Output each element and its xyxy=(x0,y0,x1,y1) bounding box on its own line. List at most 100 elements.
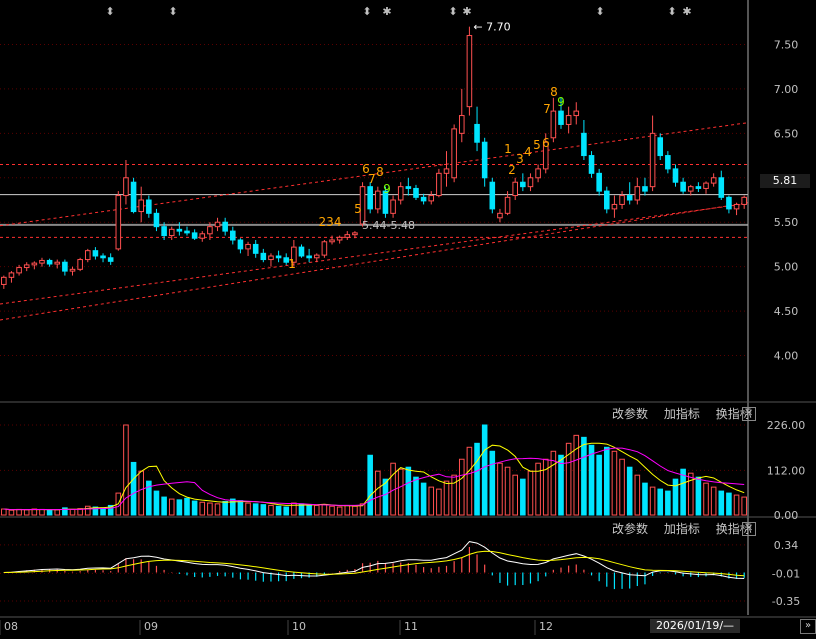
volume-bar xyxy=(16,508,22,516)
edit-params-button[interactable]: 改参数 xyxy=(612,407,648,421)
candle-body xyxy=(558,110,564,125)
volume-bar xyxy=(245,502,251,516)
candle-body xyxy=(550,110,557,139)
candle-body xyxy=(695,186,702,189)
volume-bar xyxy=(397,468,404,516)
sequence-count-marker: 234 xyxy=(319,215,342,229)
x-axis-tick: 11 xyxy=(404,620,418,633)
add-indicator-button[interactable]: 加指标 xyxy=(664,522,700,536)
volume-bar xyxy=(367,454,373,516)
candle-body xyxy=(466,35,473,108)
volume-bar xyxy=(588,444,595,516)
x-axis-tick: 08 xyxy=(4,620,18,633)
volume-bar xyxy=(54,509,61,516)
volume-bar xyxy=(634,474,641,516)
volume-bar xyxy=(558,454,564,516)
candle-body xyxy=(344,234,351,238)
volume-bar xyxy=(321,504,328,516)
volume-bar xyxy=(1,508,7,516)
x-axis-tick: 12 xyxy=(539,620,553,633)
candle-body xyxy=(367,186,373,210)
candle-body xyxy=(230,230,236,241)
candle-body xyxy=(92,250,99,257)
volume-bar xyxy=(336,506,343,516)
volume-bar xyxy=(611,450,618,516)
candle-body xyxy=(413,187,419,198)
candle-body xyxy=(657,137,664,157)
volume-bar xyxy=(352,505,358,516)
volume-bar xyxy=(420,482,427,516)
sequence-count-marker: 7 xyxy=(368,172,376,186)
macd-axis-tick: 0.34 xyxy=(774,539,799,552)
volume-axis-tick: 226.00 xyxy=(767,419,806,432)
close-macd-panel-button[interactable]: ✕ xyxy=(742,522,756,536)
candle-body xyxy=(680,181,686,192)
candle-body xyxy=(626,195,633,201)
volume-bar xyxy=(474,442,480,516)
top-star-marker: ✱ xyxy=(382,5,391,18)
edit-params-button[interactable]: 改参数 xyxy=(612,522,648,536)
candle-body xyxy=(588,155,595,174)
candle-body xyxy=(436,172,442,197)
candle-body xyxy=(451,128,457,179)
candle-body xyxy=(527,177,534,188)
sequence-count-marker: 6 xyxy=(542,136,550,150)
volume-bar xyxy=(466,446,473,516)
volume-bar xyxy=(375,470,381,516)
volume-bar xyxy=(527,470,534,516)
volume-bar xyxy=(222,500,228,516)
candle-body xyxy=(321,241,328,256)
volume-bar xyxy=(184,497,190,516)
volume-bar xyxy=(665,490,671,516)
sequence-count-marker: 9 xyxy=(557,95,565,109)
macd-panel-toolbar: 改参数 加指标 换指标 xyxy=(600,520,752,537)
sequence-count-marker: 4 xyxy=(524,145,532,159)
x-axis-tick: 09 xyxy=(144,620,158,633)
volume-bar xyxy=(741,496,747,516)
candle-body xyxy=(573,110,580,117)
candle-body xyxy=(23,264,30,269)
range-label: 5.44-5.48 xyxy=(362,219,415,232)
candle-body xyxy=(726,196,732,210)
candle-body xyxy=(8,272,15,278)
volume-bar xyxy=(458,458,465,516)
volume-bar xyxy=(237,500,244,516)
volume-bar xyxy=(123,424,129,516)
x-axis-tick: 10 xyxy=(292,620,306,633)
candle-body xyxy=(489,181,496,210)
candle-body xyxy=(46,259,53,265)
candle-body xyxy=(458,115,465,134)
volume-bar xyxy=(726,492,732,516)
volume-bar xyxy=(23,509,30,516)
volume-bar xyxy=(306,504,312,516)
candle-body xyxy=(733,203,740,210)
candle-body xyxy=(260,252,267,261)
top-arrow-marker: ⬍ xyxy=(667,5,676,18)
candle-body xyxy=(604,190,610,210)
candle-body xyxy=(107,257,114,262)
macd-axis-tick: -0.01 xyxy=(772,567,800,580)
scroll-right-button[interactable]: » xyxy=(800,619,816,634)
candle-body xyxy=(1,276,7,285)
sequence-count-marker: 2 xyxy=(508,163,516,177)
price-axis-tick: 5.50 xyxy=(774,216,799,229)
price-axis-tick: 4.50 xyxy=(774,305,799,318)
volume-bar xyxy=(313,504,320,516)
volume-bar xyxy=(8,509,15,516)
volume-bar xyxy=(443,480,450,516)
sequence-count-marker: 8 xyxy=(376,165,384,179)
volume-bar xyxy=(130,461,137,516)
price-axis-tick: 7.50 xyxy=(774,38,799,51)
macd-axis-tick: -0.35 xyxy=(772,595,800,608)
add-indicator-button[interactable]: 加指标 xyxy=(664,407,700,421)
candle-body xyxy=(535,168,541,179)
candle-body xyxy=(642,186,648,192)
candle-body xyxy=(420,196,427,202)
close-volume-panel-button[interactable]: ✕ xyxy=(742,407,756,421)
chart-canvas[interactable]: 7.507.006.506.005.505.004.504.00← 7.705.… xyxy=(0,0,816,635)
top-arrow-marker: ⬍ xyxy=(168,5,177,18)
candle-body xyxy=(481,141,488,179)
sequence-count-marker: 9 xyxy=(383,182,391,196)
volume-bar xyxy=(199,501,206,516)
candle-body xyxy=(581,132,587,157)
